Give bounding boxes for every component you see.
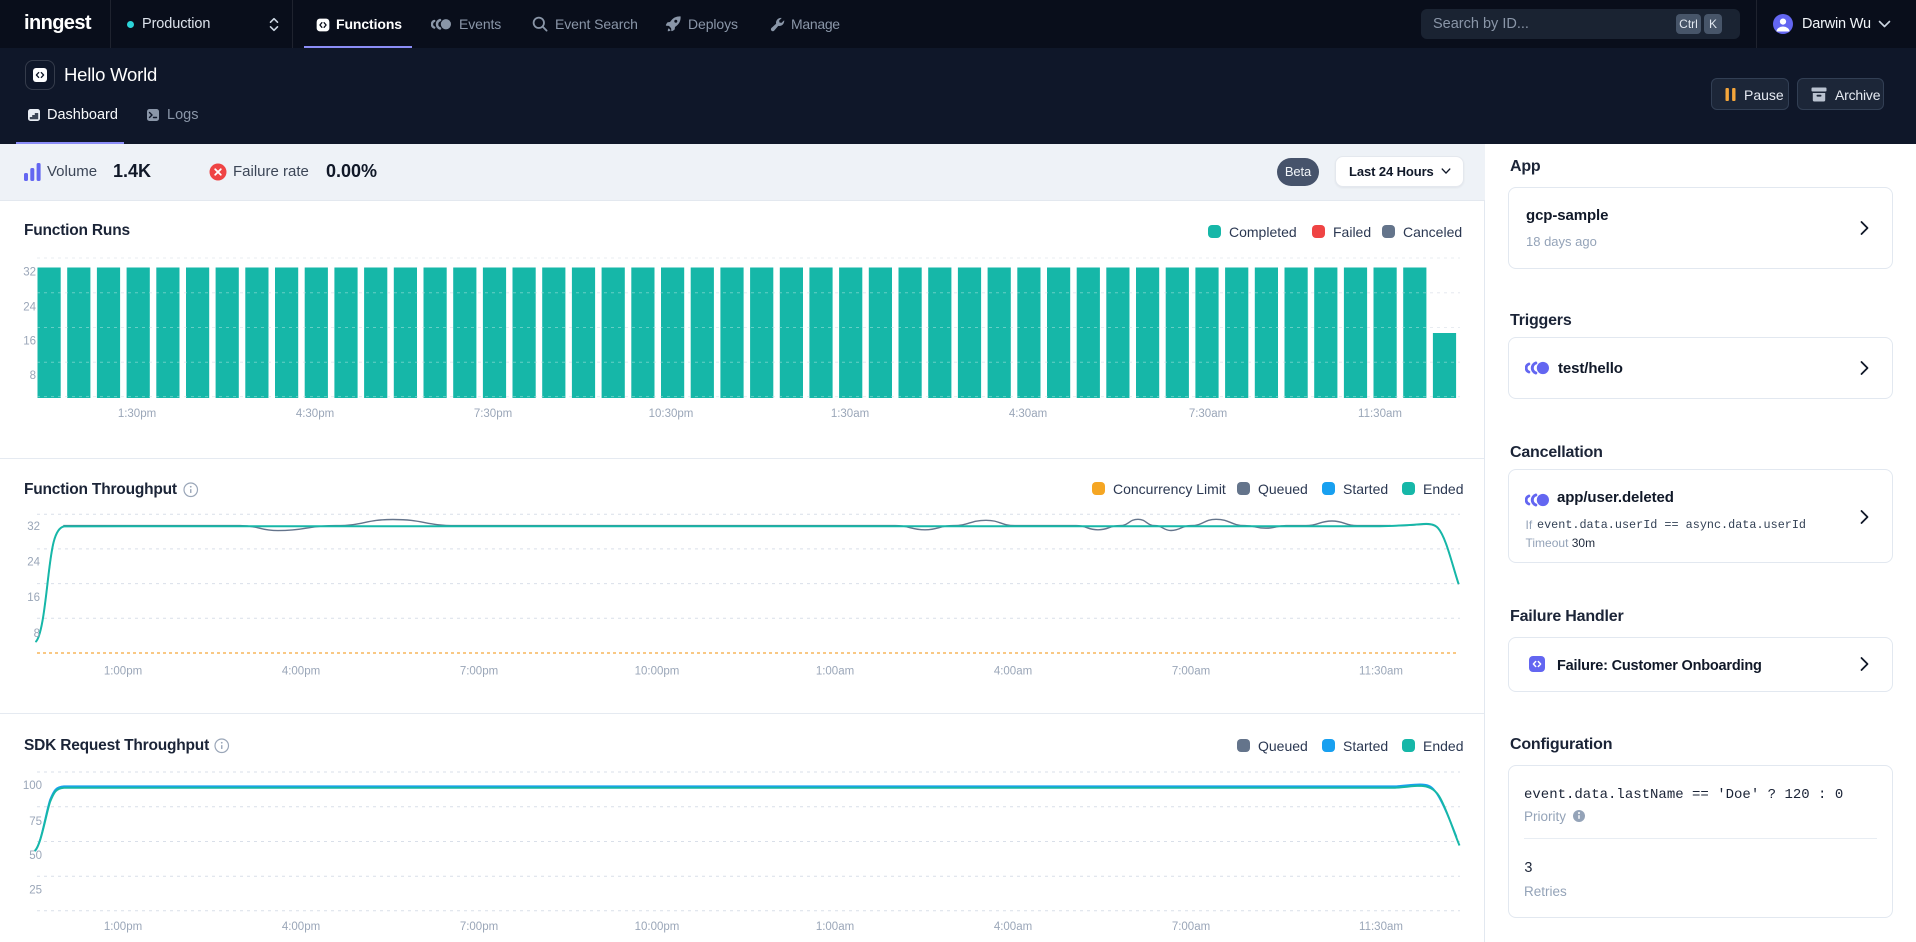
svg-text:11:30am: 11:30am xyxy=(1358,408,1402,420)
svg-text:32: 32 xyxy=(27,521,40,533)
svg-text:1:30am: 1:30am xyxy=(831,408,869,420)
svg-text:11:30am: 11:30am xyxy=(1359,921,1403,933)
svg-text:24: 24 xyxy=(23,301,36,313)
svg-text:7:00am: 7:00am xyxy=(1172,666,1210,678)
svg-text:7:30pm: 7:30pm xyxy=(474,408,512,420)
svg-text:10:30pm: 10:30pm xyxy=(649,408,694,420)
svg-text:10:00pm: 10:00pm xyxy=(635,921,680,933)
svg-text:25: 25 xyxy=(29,884,42,896)
svg-text:50: 50 xyxy=(29,850,42,862)
svg-text:7:00pm: 7:00pm xyxy=(460,921,498,933)
svg-text:32: 32 xyxy=(23,267,36,279)
svg-text:4:30pm: 4:30pm xyxy=(296,408,334,420)
svg-text:1:00am: 1:00am xyxy=(816,666,854,678)
svg-text:4:00am: 4:00am xyxy=(994,666,1032,678)
svg-text:4:00pm: 4:00pm xyxy=(282,921,320,933)
svg-text:16: 16 xyxy=(23,335,36,347)
svg-text:1:00pm: 1:00pm xyxy=(104,666,142,678)
svg-text:7:30am: 7:30am xyxy=(1189,408,1227,420)
svg-text:1:00pm: 1:00pm xyxy=(104,921,142,933)
svg-text:10:00pm: 10:00pm xyxy=(635,666,680,678)
svg-text:7:00am: 7:00am xyxy=(1172,921,1210,933)
svg-text:1:00am: 1:00am xyxy=(816,921,854,933)
svg-text:4:30am: 4:30am xyxy=(1009,408,1047,420)
svg-text:16: 16 xyxy=(27,592,40,604)
svg-text:8: 8 xyxy=(34,628,40,640)
svg-text:4:00pm: 4:00pm xyxy=(282,666,320,678)
svg-text:8: 8 xyxy=(30,370,36,382)
svg-text:1:30pm: 1:30pm xyxy=(118,408,156,420)
svg-text:75: 75 xyxy=(29,816,42,828)
svg-text:24: 24 xyxy=(27,556,40,568)
svg-text:7:00pm: 7:00pm xyxy=(460,666,498,678)
svg-text:4:00am: 4:00am xyxy=(994,921,1032,933)
svg-text:11:30am: 11:30am xyxy=(1359,666,1403,678)
svg-text:100: 100 xyxy=(23,780,42,792)
